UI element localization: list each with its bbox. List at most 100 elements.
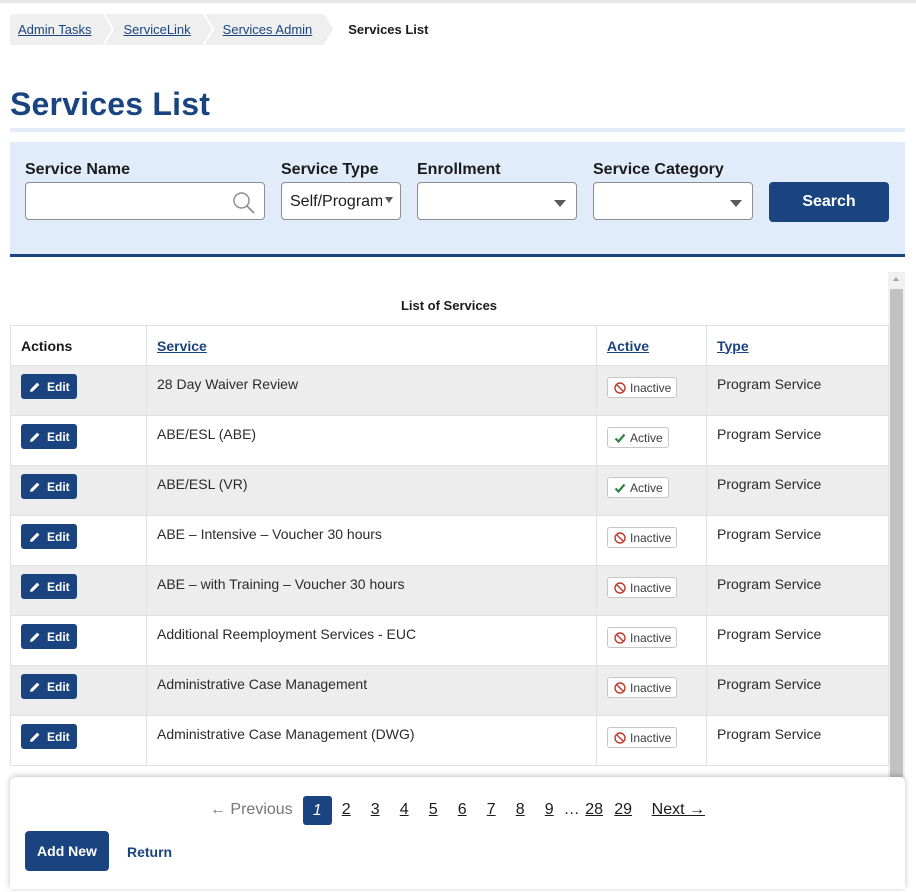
status-label: Active <box>630 480 663 495</box>
pencil-icon <box>30 382 40 392</box>
sort-by-type-link[interactable]: Type <box>717 338 749 354</box>
edit-button[interactable]: Edit <box>21 474 77 499</box>
ban-icon <box>614 681 626 694</box>
page-9-link[interactable]: 9 <box>535 801 564 819</box>
column-header-type[interactable]: Type <box>706 325 889 366</box>
enrollment-label: Enrollment <box>417 161 501 178</box>
enrollment-select[interactable] <box>417 182 577 220</box>
column-header-active[interactable]: Active <box>596 325 707 366</box>
edit-label: Edit <box>47 729 70 744</box>
edit-label: Edit <box>47 529 70 544</box>
actions-cell: Edit <box>10 565 147 616</box>
page-28-link[interactable]: 28 <box>580 801 609 819</box>
type-cell: Program Service <box>706 715 889 766</box>
page-3-link[interactable]: 3 <box>361 801 390 819</box>
type-cell: Program Service <box>706 565 889 616</box>
active-cell: Inactive <box>596 615 707 666</box>
scroll-up-icon[interactable] <box>893 277 899 281</box>
status-label: Active <box>630 430 663 445</box>
status-badge: Inactive <box>607 677 678 698</box>
breadcrumb-item-admin-tasks[interactable]: Admin Tasks <box>10 14 115 45</box>
edit-button[interactable]: Edit <box>21 674 77 699</box>
return-link[interactable]: Return <box>127 844 172 860</box>
status-label: Inactive <box>630 730 672 745</box>
active-cell: Inactive <box>596 715 707 766</box>
header-label: Actions <box>21 337 73 354</box>
pencil-icon <box>30 582 40 592</box>
edit-button[interactable]: Edit <box>21 374 77 399</box>
page-4-link[interactable]: 4 <box>390 801 419 819</box>
breadcrumb: Admin Tasks ServiceLink Services Admin S… <box>10 14 442 45</box>
service-category-label: Service Category <box>593 161 724 178</box>
page-5-link[interactable]: 5 <box>419 801 448 819</box>
actions-cell: Edit <box>10 715 147 766</box>
table-scrollbar[interactable] <box>888 272 905 777</box>
edit-label: Edit <box>47 479 70 494</box>
edit-button[interactable]: Edit <box>21 724 77 749</box>
service-name-input[interactable] <box>25 182 265 220</box>
add-new-button[interactable]: Add New <box>25 831 109 871</box>
pencil-icon <box>30 632 40 642</box>
status-badge: Inactive <box>607 727 678 748</box>
next-page-link[interactable]: Next → <box>652 801 705 819</box>
ban-icon <box>614 731 626 744</box>
check-icon <box>614 433 626 443</box>
status-label: Inactive <box>630 530 672 545</box>
active-cell: Inactive <box>596 365 707 416</box>
status-badge: Active <box>607 477 669 498</box>
service-category-select[interactable] <box>593 182 753 220</box>
type-cell: Program Service <box>706 515 889 566</box>
breadcrumb-current: Services List <box>326 14 440 45</box>
pagination-footer: ← Previous 1 2 3 4 5 6 7 8 9 … 28 29 Nex… <box>10 777 905 889</box>
edit-button[interactable]: Edit <box>21 574 77 599</box>
actions-cell: Edit <box>10 365 147 416</box>
type-cell: Program Service <box>706 665 889 716</box>
page-29-link[interactable]: 29 <box>609 801 638 819</box>
edit-button[interactable]: Edit <box>21 524 77 549</box>
status-label: Inactive <box>630 380 672 395</box>
breadcrumb-item-services-admin[interactable]: Services Admin <box>204 14 335 45</box>
edit-label: Edit <box>47 429 70 444</box>
service-cell: ABE/ESL (VR) <box>146 465 597 516</box>
page-8-link[interactable]: 8 <box>506 801 535 819</box>
status-label: Inactive <box>630 630 672 645</box>
pencil-icon <box>30 732 40 742</box>
chevron-down-icon <box>554 200 566 207</box>
pencil-icon <box>30 532 40 542</box>
search-button[interactable]: Search <box>769 182 889 222</box>
breadcrumb-item-servicelink[interactable]: ServiceLink <box>105 14 214 45</box>
service-cell: Additional Reemployment Services - EUC <box>146 615 597 666</box>
page-1-link[interactable]: 1 <box>302 795 332 825</box>
page-title: Services List <box>10 86 211 122</box>
search-filter-panel: Service Name Service Type Self/Program E… <box>10 142 905 257</box>
breadcrumb-link[interactable]: Services Admin <box>223 22 313 37</box>
service-name-label: Service Name <box>25 161 130 178</box>
table-row: Edit Administrative Case Management Inacti… <box>10 665 889 716</box>
edit-label: Edit <box>47 629 70 644</box>
chevron-down-icon <box>730 200 742 207</box>
service-cell: 28 Day Waiver Review <box>146 365 597 416</box>
sort-by-active-link[interactable]: Active <box>607 338 649 354</box>
edit-button[interactable]: Edit <box>21 624 77 649</box>
edit-button[interactable]: Edit <box>21 424 77 449</box>
service-cell: Administrative Case Management <box>146 665 597 716</box>
type-cell: Program Service <box>706 465 889 516</box>
type-cell: Program Service <box>706 615 889 666</box>
service-type-label: Service Type <box>281 161 379 178</box>
title-divider <box>10 128 905 132</box>
table-row: Edit Additional Reemployment Services - E… <box>10 615 889 666</box>
previous-page-link: ← Previous <box>209 801 293 818</box>
page-7-link[interactable]: 7 <box>477 801 506 819</box>
page-2-link[interactable]: 2 <box>332 801 361 819</box>
sort-by-service-link[interactable]: Service <box>157 338 207 354</box>
column-header-service[interactable]: Service <box>146 325 597 366</box>
scrollbar-thumb[interactable] <box>890 289 903 777</box>
service-cell: ABE/ESL (ABE) <box>146 415 597 466</box>
actions-cell: Edit <box>10 615 147 666</box>
page-6-link[interactable]: 6 <box>448 801 477 819</box>
status-label: Inactive <box>630 580 672 595</box>
service-type-select[interactable]: Self/Program <box>281 182 401 220</box>
breadcrumb-link[interactable]: ServiceLink <box>123 22 190 37</box>
breadcrumb-link[interactable]: Admin Tasks <box>18 22 91 37</box>
services-table: Actions Service Active Type Edit 28 Day W… <box>10 325 889 766</box>
